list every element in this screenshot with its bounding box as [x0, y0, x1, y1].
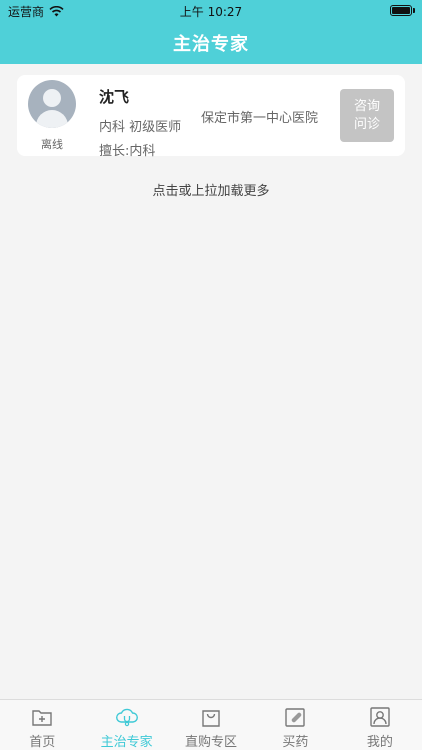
- doctor-name: 沈飞: [99, 88, 130, 106]
- tab-home[interactable]: 首页: [0, 700, 84, 750]
- consult-button-line2: 问诊: [353, 116, 380, 132]
- home-icon: [32, 710, 52, 726]
- hospital-name: 保定市第一中心医院: [201, 111, 319, 126]
- tab-label: 首页: [29, 735, 56, 750]
- tab-label: 买药: [282, 735, 309, 750]
- doctor-specialty: 擅长:内科: [99, 144, 156, 159]
- tab-experts[interactable]: 主治专家: [84, 700, 168, 750]
- page-title: 主治专家: [173, 34, 249, 55]
- battery-icon: [390, 5, 412, 16]
- tab-bar: 首页 主治专家 直购专区 买药 我的: [0, 699, 422, 750]
- avatar-body-icon: [36, 110, 68, 128]
- load-more-link[interactable]: 点击或上拉加载更多: [0, 180, 422, 199]
- shopping-bag-icon: [202, 710, 220, 727]
- tab-label: 直购专区: [185, 735, 238, 750]
- header-bar: 运营商 上午 10:27 主治专家: [0, 0, 422, 64]
- status-badge: 离线: [41, 138, 63, 151]
- consult-button-line1: 咨询: [353, 98, 380, 114]
- tab-label: 我的: [366, 735, 393, 750]
- status-time: 上午 10:27: [179, 5, 243, 19]
- doctor-card[interactable]: 离线 沈飞 内科 初级医师 保定市第一中心医院 擅长:内科 咨询 问诊: [17, 75, 405, 159]
- profile-icon: [370, 707, 390, 727]
- avatar-head-icon: [43, 89, 61, 107]
- tab-buy-medicine[interactable]: 买药: [253, 700, 337, 750]
- tab-label: 主治专家: [100, 735, 153, 750]
- tab-direct-purchase[interactable]: 直购专区: [169, 700, 253, 750]
- expert-icon: [115, 708, 138, 727]
- tab-profile[interactable]: 我的: [338, 700, 422, 750]
- medicine-icon: [285, 708, 306, 727]
- battery-tip: [413, 8, 415, 13]
- consult-button[interactable]: 咨询 问诊: [340, 89, 394, 142]
- status-bar: 运营商 上午 10:27: [0, 0, 422, 22]
- avatar: [28, 80, 76, 128]
- doctor-title: 内科 初级医师: [99, 120, 182, 135]
